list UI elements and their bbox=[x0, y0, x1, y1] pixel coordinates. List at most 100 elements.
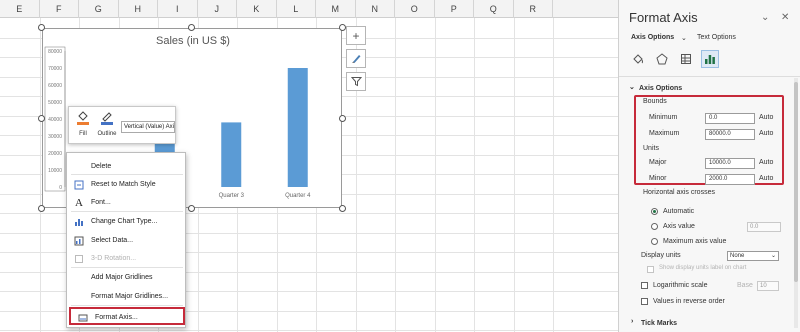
radio-axis-value-label[interactable]: Axis value bbox=[663, 223, 695, 230]
chart-elements-button[interactable]: + bbox=[346, 26, 366, 45]
menu-item-format-axis[interactable]: Format Axis... bbox=[69, 307, 185, 325]
column-gridline bbox=[553, 18, 554, 332]
menu-item-format-major-gridlines[interactable]: Format Major Gridlines... bbox=[67, 288, 185, 306]
chart-styles-button[interactable] bbox=[346, 49, 366, 68]
fill-line-tab[interactable] bbox=[629, 50, 647, 68]
chevron-right-icon[interactable]: › bbox=[631, 318, 633, 325]
column-header-n[interactable]: N bbox=[356, 0, 395, 18]
radio-automatic-label[interactable]: Automatic bbox=[663, 208, 694, 215]
tab-text-options[interactable]: Text Options bbox=[697, 34, 736, 41]
section-tick-marks[interactable]: Tick Marks bbox=[641, 320, 677, 327]
chevron-down-icon: ⌄ bbox=[770, 253, 776, 259]
row-gridline bbox=[0, 330, 618, 331]
bar-quarter-4[interactable] bbox=[287, 68, 308, 187]
display-units-select[interactable]: None ⌄ bbox=[727, 251, 779, 261]
menu-item-change-chart-type[interactable]: Change Chart Type... bbox=[67, 213, 185, 231]
bar-quarter-3[interactable] bbox=[221, 122, 242, 187]
select-data-icon bbox=[73, 235, 85, 247]
chart-resize-handle-tr[interactable] bbox=[339, 24, 346, 31]
menu-item-3-d-rotation[interactable]: 3-D Rotation... bbox=[67, 250, 185, 268]
radio-maximum-axis-value[interactable] bbox=[651, 238, 658, 245]
display-units-value: None bbox=[730, 253, 745, 259]
column-header-j[interactable]: J bbox=[198, 0, 237, 18]
menu-item-label: Format Axis... bbox=[95, 314, 138, 321]
chart-resize-handle-tl[interactable] bbox=[38, 24, 45, 31]
chart-resize-handle-br[interactable] bbox=[339, 205, 346, 212]
column-header-h[interactable]: H bbox=[119, 0, 158, 18]
minimum-auto-button[interactable]: Auto bbox=[759, 114, 773, 121]
logarithmic-scale-label[interactable]: Logarithmic scale bbox=[653, 282, 707, 289]
show-units-checkbox[interactable] bbox=[647, 266, 654, 273]
tab-axis-options[interactable]: Axis Options bbox=[631, 34, 674, 41]
column-header-g[interactable]: G bbox=[79, 0, 119, 18]
axis-options-tab[interactable] bbox=[701, 50, 719, 68]
log-base-label: Base bbox=[737, 282, 753, 289]
chevron-down-icon[interactable]: ⌄ bbox=[629, 83, 635, 91]
menu-item-label: 3-D Rotation... bbox=[91, 255, 137, 262]
menu-item-add-major-gridlines[interactable]: Add Major Gridlines bbox=[67, 269, 185, 287]
radio-automatic[interactable] bbox=[651, 208, 658, 215]
menu-separator bbox=[71, 267, 183, 268]
fill-button[interactable]: Fill bbox=[73, 109, 93, 143]
reverse-order-checkbox[interactable] bbox=[641, 298, 648, 305]
filter-icon bbox=[350, 77, 362, 87]
maximum-auto-button[interactable]: Auto bbox=[759, 130, 773, 137]
section-axis-options[interactable]: Axis Options bbox=[639, 85, 682, 92]
menu-item-reset-to-match-style[interactable]: Reset to Match Style bbox=[67, 176, 185, 194]
column-header-l[interactable]: L bbox=[277, 0, 316, 18]
chart-resize-handle-bl[interactable] bbox=[38, 205, 45, 212]
major-input[interactable]: 10000.0 bbox=[705, 158, 755, 169]
chart-resize-handle-mr[interactable] bbox=[339, 115, 346, 122]
radio-maximum-axis-value-label[interactable]: Maximum axis value bbox=[663, 238, 726, 245]
column-header-k[interactable]: K bbox=[237, 0, 277, 18]
chart-resize-handle-tc[interactable] bbox=[188, 24, 195, 31]
axis-crosses-label: Horizontal axis crosses bbox=[643, 189, 715, 196]
chevron-down-icon[interactable]: ⌄ bbox=[761, 12, 769, 23]
chart-resize-handle-bc[interactable] bbox=[188, 205, 195, 212]
log-base-input[interactable]: 10 bbox=[757, 281, 779, 291]
chart-filters-button[interactable] bbox=[346, 72, 366, 91]
format-axis-icon bbox=[77, 312, 89, 324]
minimum-input[interactable]: 0.0 bbox=[705, 113, 755, 124]
column-gridline bbox=[39, 18, 41, 332]
maximum-input[interactable]: 80000.0 bbox=[705, 129, 755, 140]
y-tick-label: 50000 bbox=[48, 100, 62, 106]
radio-axis-value[interactable] bbox=[651, 223, 658, 230]
spreadsheet-area[interactable]: EFGHIJKLMNOPQR Sales (in US $) 0 10000 200… bbox=[0, 0, 618, 332]
outline-button[interactable]: Outline bbox=[97, 109, 117, 143]
column-header-r[interactable]: R bbox=[514, 0, 553, 18]
minor-input[interactable]: 2000.0 bbox=[705, 174, 755, 185]
menu-item-label: Format Major Gridlines... bbox=[91, 293, 169, 300]
column-header-o[interactable]: O bbox=[395, 0, 435, 18]
effects-tab[interactable] bbox=[653, 50, 671, 68]
minor-auto-button[interactable]: Auto bbox=[759, 175, 773, 182]
column-header-p[interactable]: P bbox=[435, 0, 474, 18]
chart-resize-handle-ml[interactable] bbox=[38, 115, 45, 122]
menu-item-font[interactable]: A Font... bbox=[67, 194, 185, 212]
size-properties-tab[interactable] bbox=[677, 50, 695, 68]
chart-element-select[interactable]: Vertical (Value) Axis bbox=[121, 121, 175, 133]
rotation-icon bbox=[73, 253, 85, 265]
context-menu: Delete Reset to Match Style A Font... Change… bbox=[66, 152, 186, 328]
y-tick-label: 0 bbox=[59, 185, 62, 191]
menu-item-select-data[interactable]: Select Data... bbox=[67, 232, 185, 250]
major-auto-button[interactable]: Auto bbox=[759, 159, 773, 166]
chevron-down-icon[interactable]: ⌄ bbox=[681, 34, 687, 42]
bar-chart-icon bbox=[705, 55, 715, 64]
column-header-q[interactable]: Q bbox=[474, 0, 514, 18]
pane-scrollbar[interactable] bbox=[794, 78, 798, 328]
logarithmic-scale-checkbox[interactable] bbox=[641, 282, 648, 289]
column-header-e[interactable]: E bbox=[0, 0, 40, 18]
pane-body: ⌄ Axis Options Bounds Minimum 0.0 Auto M… bbox=[619, 76, 800, 332]
y-tick-label: 30000 bbox=[48, 134, 62, 140]
format-axis-pane: Format Axis ⌄ ✕ Axis Options ⌄ Text Opti… bbox=[618, 0, 800, 332]
axis-value-input[interactable]: 0.0 bbox=[747, 222, 781, 232]
delete-icon bbox=[73, 161, 85, 173]
column-header-i[interactable]: I bbox=[158, 0, 198, 18]
reverse-order-label[interactable]: Values in reverse order bbox=[653, 298, 725, 305]
column-header-f[interactable]: F bbox=[40, 0, 79, 18]
pane-scroll-thumb[interactable] bbox=[794, 82, 798, 282]
close-icon[interactable]: ✕ bbox=[781, 12, 789, 23]
menu-separator bbox=[71, 305, 183, 306]
column-header-m[interactable]: M bbox=[316, 0, 356, 18]
